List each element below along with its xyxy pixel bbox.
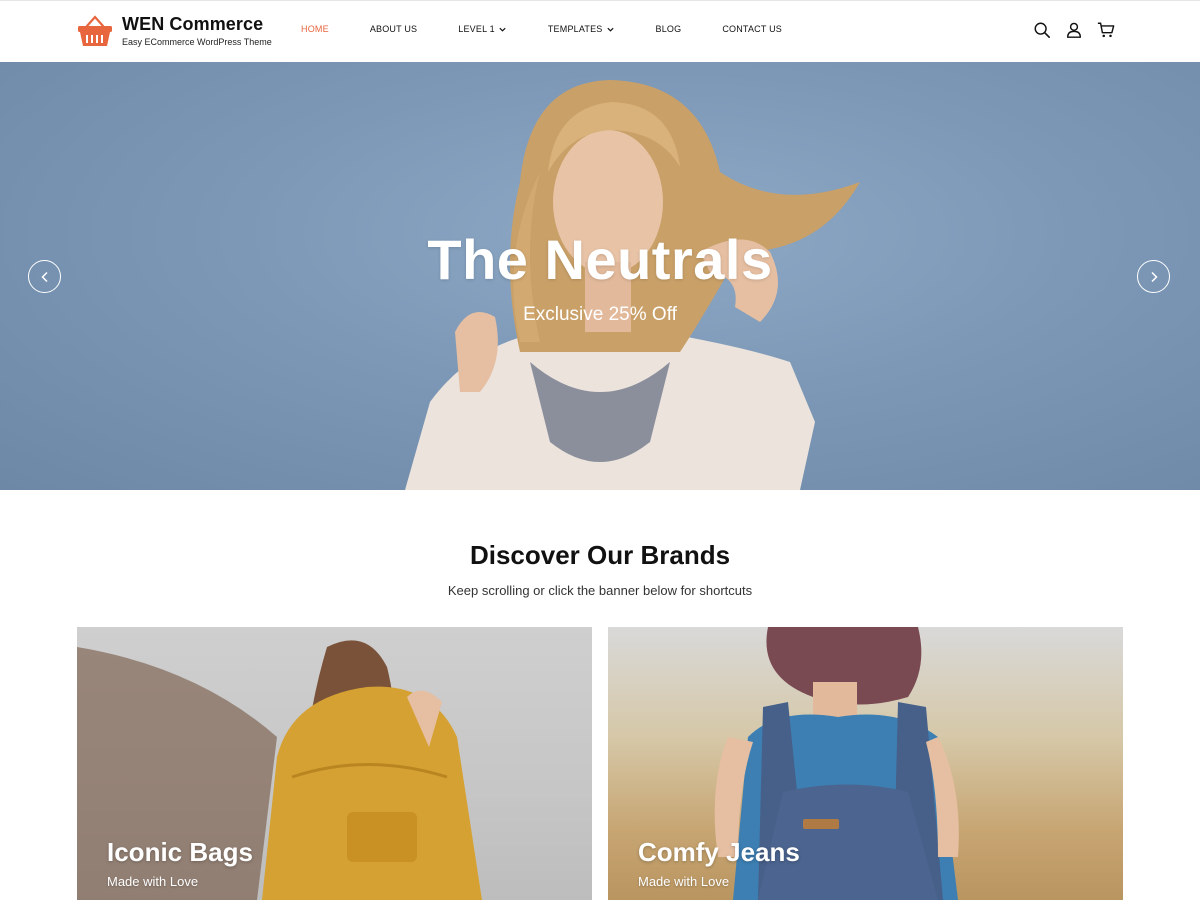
user-icon[interactable] xyxy=(1065,21,1083,39)
nav-home[interactable]: HOME xyxy=(301,24,329,34)
nav-templates[interactable]: TEMPLATES xyxy=(548,24,615,34)
header-actions xyxy=(1019,21,1115,39)
card-title: Comfy Jeans xyxy=(638,837,800,867)
hero-subtitle: Exclusive 25% Off xyxy=(523,304,677,325)
slider-prev-button[interactable] xyxy=(28,260,61,293)
slider-next-button[interactable] xyxy=(1137,260,1170,293)
main-nav: HOME ABOUT US LEVEL 1 TEMPLATES BLOG CON… xyxy=(301,24,823,34)
card-subtitle: Made with Love xyxy=(107,874,199,889)
nav-about-us[interactable]: ABOUT US xyxy=(370,24,417,34)
site-title[interactable]: WEN Commerce xyxy=(122,14,272,34)
site-tagline: Easy ECommerce WordPress Theme xyxy=(122,37,272,47)
brands-heading: Discover Our Brands xyxy=(469,540,731,570)
nav-blog[interactable]: BLOG xyxy=(656,24,682,34)
hero-slider: The Neutrals Exclusive 25% Off xyxy=(0,62,1200,490)
cart-icon[interactable] xyxy=(1097,21,1115,39)
basket-icon xyxy=(78,15,112,46)
brand-card-iconic-bags[interactable]: Iconic Bags Made with Love xyxy=(77,627,592,900)
chevron-right-icon xyxy=(1150,271,1158,282)
card-subtitle: Made with Love xyxy=(638,874,730,889)
chevron-left-icon xyxy=(40,271,48,282)
brand-card-comfy-jeans[interactable]: Comfy Jeans Made with Love xyxy=(608,627,1123,900)
brands-subheading: Keep scrolling or click the banner below… xyxy=(447,583,753,598)
site-header: WEN Commerce Easy ECommerce WordPress Th… xyxy=(0,0,1200,62)
site-logo[interactable]: WEN Commerce Easy ECommerce WordPress Th… xyxy=(77,14,272,48)
card-title: Iconic Bags xyxy=(107,837,253,867)
search-icon[interactable] xyxy=(1033,21,1051,39)
chevron-down-icon xyxy=(499,27,506,32)
nav-contact-us[interactable]: CONTACT US xyxy=(722,24,782,34)
chevron-down-icon xyxy=(606,27,614,32)
nav-level-1[interactable]: LEVEL 1 xyxy=(458,24,507,34)
hero-title: The Neutrals xyxy=(427,228,773,291)
